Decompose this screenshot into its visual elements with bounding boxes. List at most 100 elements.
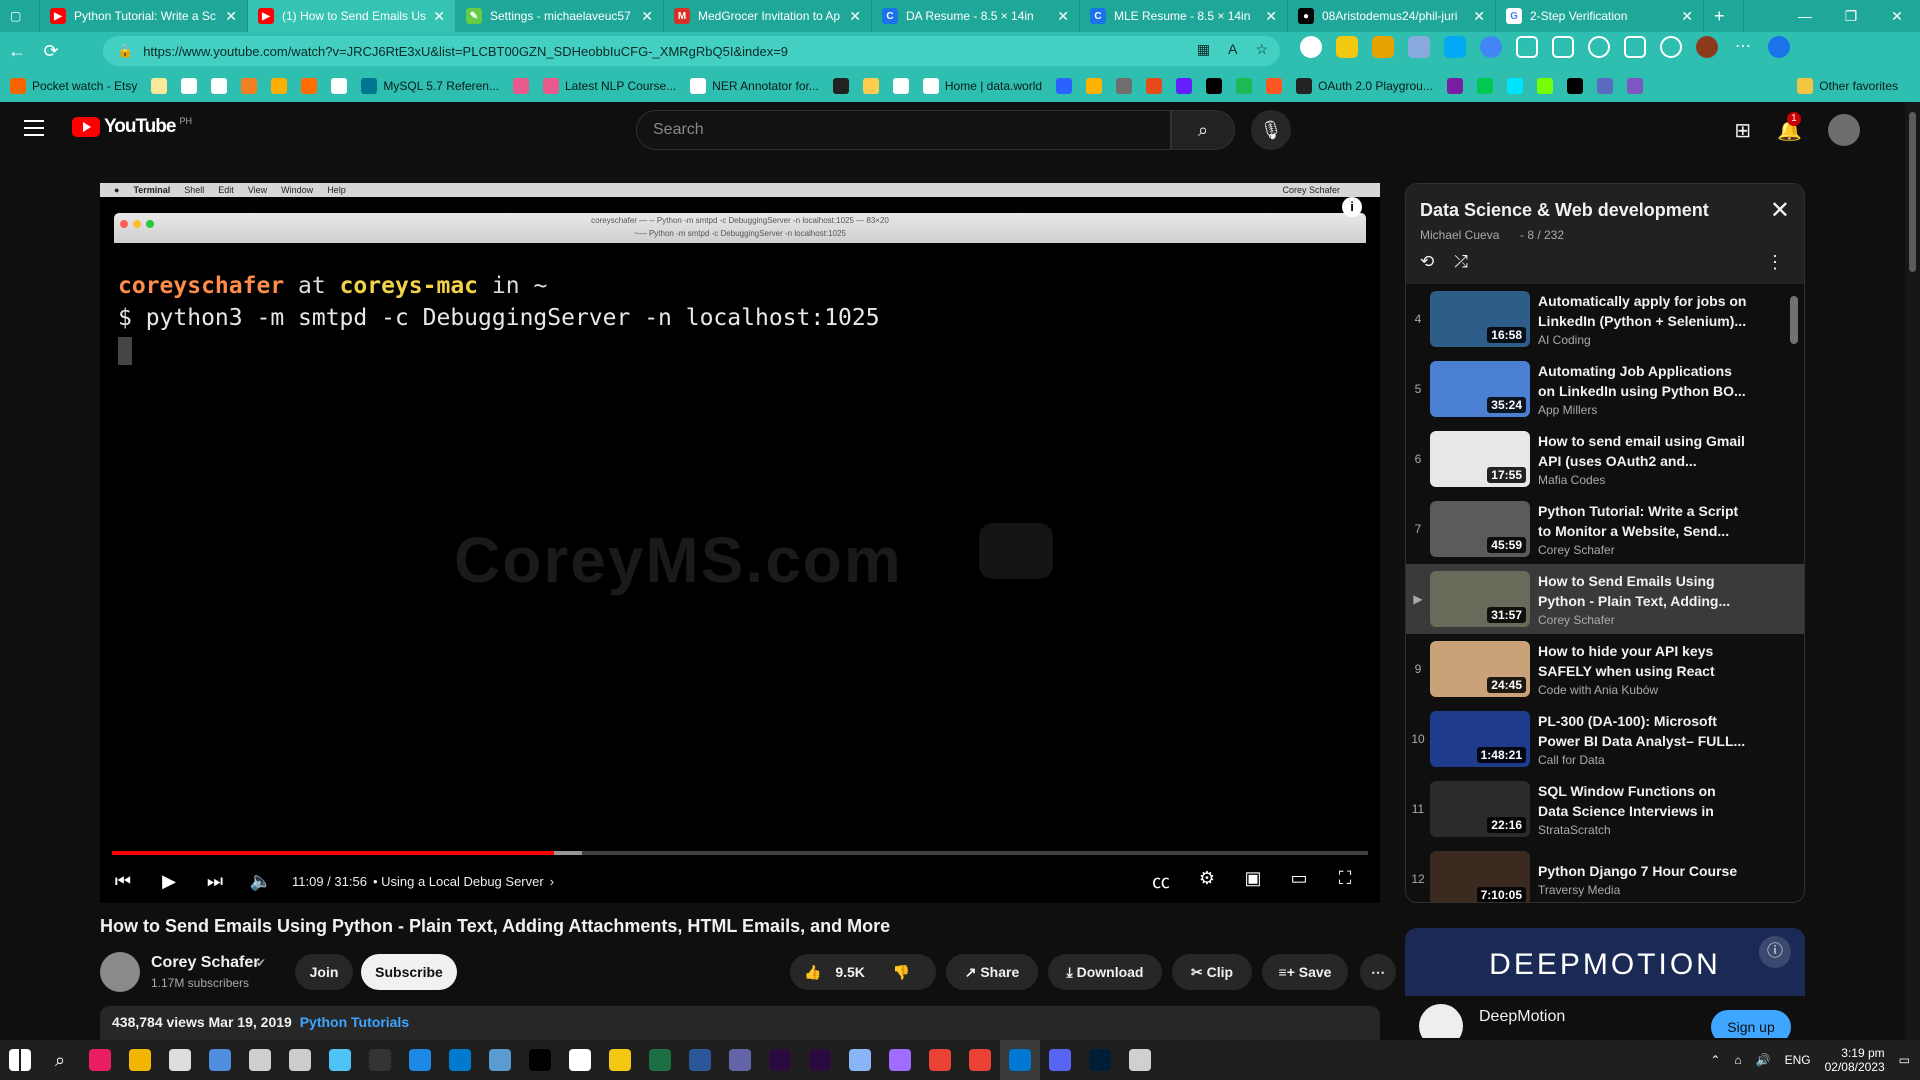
video-thumbnail[interactable]: 31:57: [1430, 571, 1530, 627]
bookmark-item[interactable]: [1086, 78, 1108, 94]
browser-tab[interactable]: ▶ Python Tutorial: Write a Sc ✕: [40, 0, 248, 32]
playlist-title[interactable]: Data Science & Web development: [1420, 200, 1709, 221]
extension-icon[interactable]: [1444, 36, 1466, 58]
fullscreen-icon[interactable]: ⛶: [1322, 868, 1368, 894]
info-icon[interactable]: i: [1342, 197, 1362, 217]
playlist-item-channel[interactable]: App Millers: [1538, 403, 1748, 417]
playlist-item[interactable]: 12 7:10:05 Python Django 7 Hour Course Trav…: [1406, 844, 1804, 902]
browser-tab[interactable]: ● 08Aristodemus24/phil-juri ✕: [1288, 0, 1496, 32]
progress-bar[interactable]: [112, 851, 1368, 855]
bookmark-item[interactable]: Pocket watch - Etsy: [10, 78, 137, 94]
bookmark-item[interactable]: [1206, 78, 1228, 94]
youtube-logo[interactable]: YouTube PH: [72, 116, 192, 138]
apps-icon[interactable]: ▦: [1197, 41, 1210, 58]
playlist-scrollbar[interactable]: [1790, 296, 1798, 344]
ad-info-icon[interactable]: ⓘ: [1759, 936, 1791, 968]
like-count[interactable]: 9.5K: [835, 964, 865, 980]
browser-tab[interactable]: ✎ Settings - michaelaveuc57 ✕: [456, 0, 664, 32]
bookmark-item[interactable]: [1536, 78, 1559, 94]
theater-mode-icon[interactable]: ▭: [1276, 868, 1322, 894]
playlist-item-channel[interactable]: StrataScratch: [1538, 823, 1748, 837]
bookmark-item[interactable]: Latest NLP Course...: [542, 78, 676, 94]
close-tab-icon[interactable]: ✕: [1681, 8, 1693, 25]
playlist-item-channel[interactable]: Code with Ania Kubów: [1538, 683, 1748, 697]
video-player[interactable]: ● Terminal Shell Edit View Window Help Corey S…: [100, 183, 1380, 903]
clock[interactable]: 3:19 pm 02/08/2023: [1825, 1046, 1885, 1074]
taskbar-app-icon[interactable]: [1080, 1040, 1120, 1080]
page-scrollbar[interactable]: [1905, 102, 1920, 1040]
bookmark-item[interactable]: [1476, 78, 1499, 94]
bookmark-item[interactable]: [301, 78, 323, 94]
bookmark-item[interactable]: [151, 78, 173, 94]
playlist-item-title[interactable]: How to Send Emails Using Python - Plain …: [1538, 571, 1748, 611]
refresh-icon[interactable]: ⟳: [34, 41, 68, 62]
close-icon[interactable]: ✕: [1770, 196, 1790, 225]
playlist-item-channel[interactable]: AI Coding: [1538, 333, 1748, 347]
taskbar-app-icon[interactable]: [720, 1040, 760, 1080]
taskbar-app-icon[interactable]: [80, 1040, 120, 1080]
taskbar-app-icon[interactable]: [840, 1040, 880, 1080]
playlist-menu-icon[interactable]: ⋮: [1766, 252, 1784, 273]
bookmark-item[interactable]: [181, 78, 203, 94]
taskbar-app-icon[interactable]: [240, 1040, 280, 1080]
settings-gear-icon[interactable]: ⚙: [1184, 868, 1230, 894]
bookmark-item[interactable]: [512, 78, 535, 94]
like-icon[interactable]: 👍: [804, 964, 821, 980]
taskbar-app-icon[interactable]: [760, 1040, 800, 1080]
more-icon[interactable]: ⋯: [1732, 36, 1754, 58]
bookmark-item[interactable]: [1596, 78, 1619, 94]
taskbar-app-icon[interactable]: [800, 1040, 840, 1080]
playlist-item-channel[interactable]: Corey Schafer: [1538, 543, 1748, 557]
dislike-icon[interactable]: 👎: [893, 964, 910, 980]
playlist-item-title[interactable]: Python Django 7 Hour Course: [1538, 861, 1748, 881]
video-thumbnail[interactable]: 45:59: [1430, 501, 1530, 557]
save-button[interactable]: ≡+ Save: [1262, 954, 1348, 990]
close-tab-icon[interactable]: ✕: [225, 8, 237, 25]
close-tab-icon[interactable]: ✕: [1057, 8, 1069, 25]
playlist-item[interactable]: 5 35:24 Automating Job Applications on Lin…: [1406, 354, 1804, 424]
playlist-item[interactable]: 7 45:59 Python Tutorial: Write a Script to…: [1406, 494, 1804, 564]
close-window-icon[interactable]: ✕: [1874, 0, 1920, 32]
clip-button[interactable]: ✂ Clip: [1172, 954, 1252, 990]
start-icon[interactable]: [0, 1040, 40, 1080]
channel-name[interactable]: Corey Schafer: [151, 954, 260, 972]
hashtag-link[interactable]: Python Tutorials: [300, 1014, 409, 1030]
playlist-item-channel[interactable]: Call for Data: [1538, 753, 1748, 767]
search-input[interactable]: Search: [636, 110, 1171, 150]
speaker-icon[interactable]: 🔊: [1756, 1053, 1771, 1067]
profile-icon[interactable]: [1696, 36, 1718, 58]
bookmark-item[interactable]: OAuth 2.0 Playgrou...: [1296, 78, 1433, 94]
video-thumbnail[interactable]: 17:55: [1430, 431, 1530, 487]
playlist-item[interactable]: 10 1:48:21 PL-300 (DA-100): Microsoft Powe…: [1406, 704, 1804, 774]
taskbar-app-icon[interactable]: [880, 1040, 920, 1080]
puzzle-icon[interactable]: [1516, 36, 1538, 58]
close-tab-icon[interactable]: ✕: [1473, 8, 1485, 25]
bookmark-item[interactable]: [1056, 78, 1078, 94]
bookmark-item[interactable]: [1566, 78, 1589, 94]
taskbar-app-icon[interactable]: [120, 1040, 160, 1080]
taskbar-app-icon[interactable]: [160, 1040, 200, 1080]
tray-chevron-icon[interactable]: ⌃: [1710, 1053, 1720, 1067]
taskbar-app-icon[interactable]: [680, 1040, 720, 1080]
bing-icon[interactable]: [1768, 36, 1790, 58]
extension-icon[interactable]: [1408, 36, 1430, 58]
play-icon[interactable]: ▶: [146, 871, 192, 892]
bookmark-item[interactable]: [331, 78, 353, 94]
taskbar-app-icon[interactable]: [1000, 1040, 1040, 1080]
taskbar-app-icon[interactable]: [520, 1040, 560, 1080]
notifications-icon[interactable]: ▭: [1899, 1053, 1910, 1067]
bookmark-item[interactable]: [1446, 78, 1469, 94]
playlist-item-title[interactable]: Automating Job Applications on LinkedIn …: [1538, 361, 1748, 401]
playlist-item[interactable]: 11 22:16 SQL Window Functions on Data Scie…: [1406, 774, 1804, 844]
browser-tab[interactable]: C DA Resume - 8.5 × 14in ✕: [872, 0, 1080, 32]
search-icon[interactable]: ⌕: [1171, 110, 1235, 150]
share-button[interactable]: ↗ Share: [946, 954, 1038, 990]
taskbar-app-icon[interactable]: [1040, 1040, 1080, 1080]
search-taskbar-icon[interactable]: ⌕: [40, 1040, 80, 1080]
extension-icon[interactable]: [1336, 36, 1358, 58]
bookmark-item[interactable]: [1236, 78, 1258, 94]
minimize-icon[interactable]: —: [1782, 0, 1828, 32]
video-thumbnail[interactable]: 16:58: [1430, 291, 1530, 347]
browser-tab[interactable]: M MedGrocer Invitation to Ap ✕: [664, 0, 872, 32]
taskbar-app-icon[interactable]: [400, 1040, 440, 1080]
